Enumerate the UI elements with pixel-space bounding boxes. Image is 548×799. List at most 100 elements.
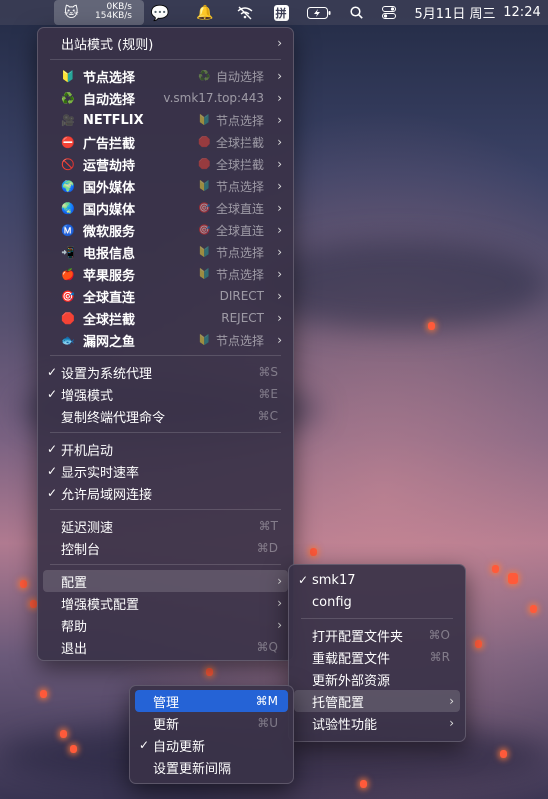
notification-icon[interactable]: 🔔: [194, 0, 216, 25]
proxy-group-item[interactable]: ♻️ 自动选择 v.smk17.top:443 ›: [43, 87, 288, 109]
search-icon[interactable]: [347, 0, 365, 25]
checkmark-icon: ✓: [139, 738, 150, 752]
enhanced-mode-label: 增强模式: [61, 388, 114, 404]
battery-icon[interactable]: [306, 0, 332, 25]
open-config-folder-item[interactable]: 打开配置文件夹 ⌘O: [294, 624, 460, 646]
outbound-mode-item[interactable]: 出站模式 (规则) ›: [43, 32, 288, 54]
selection-label: 节点选择: [215, 267, 264, 282]
proxy-group-icon: 🚫: [61, 157, 75, 171]
selection-icon: 🔰: [198, 268, 211, 280]
selection-label: v.smk17.top:443: [163, 91, 264, 105]
lantern: [206, 668, 213, 676]
submenu-arrow-icon: ›: [277, 201, 282, 215]
selection-label: 自动选择: [215, 69, 264, 84]
proxy-group-item[interactable]: 🌏 国内媒体 🎯 全球直连 ›: [43, 197, 288, 219]
proxy-group-selection: ♻️ 自动选择: [198, 68, 264, 85]
config-label: 配置: [61, 575, 88, 591]
lantern: [475, 640, 482, 648]
hosted-config-item[interactable]: 托管配置 ›: [294, 690, 460, 712]
proxy-group-icon: ♻️: [61, 91, 75, 105]
reload-config-label: 重载配置文件: [312, 651, 391, 667]
copy-shell-command-item[interactable]: 复制终端代理命令 ⌘C: [43, 405, 288, 427]
update-item[interactable]: 更新 ⌘U: [135, 712, 288, 734]
config-item[interactable]: 配置 ›: [43, 570, 288, 592]
selection-label: 节点选择: [215, 179, 264, 194]
quit-item[interactable]: 退出 ⌘Q: [43, 636, 288, 658]
submenu-arrow-icon: ›: [277, 69, 282, 83]
lantern: [40, 690, 47, 698]
experimental-label: 试验性功能: [312, 717, 378, 733]
shortcut-label: ⌘Q: [256, 640, 278, 654]
proxy-group-item[interactable]: 🎯 全球直连 DIRECT ›: [43, 285, 288, 307]
proxy-group-icon: 🔰: [61, 69, 75, 83]
experimental-item[interactable]: 试验性功能 ›: [294, 712, 460, 734]
update-label: 更新: [153, 717, 180, 733]
proxy-group-item[interactable]: 📲 电报信息 🔰 节点选择 ›: [43, 241, 288, 263]
launch-at-login-item[interactable]: ✓ 开机启动: [43, 438, 288, 460]
clashx-main-menu: 出站模式 (规则) › 🔰 节点选择 ♻️ 自动选择 › ♻️ 自动选择 v.smk17.to…: [37, 27, 294, 661]
proxy-group-selection: 🔰 节点选择: [198, 178, 264, 195]
shortcut-label: ⌘M: [255, 694, 278, 708]
wifi-off-icon[interactable]: [234, 0, 256, 25]
wallpaper-cloud: [250, 240, 548, 330]
menubar-time[interactable]: 12:24: [502, 0, 542, 25]
enhanced-mode-item[interactable]: ✓ 增强模式 ⌘E: [43, 383, 288, 405]
proxy-group-name: 微软服务: [83, 224, 136, 240]
update-external-item[interactable]: 更新外部资源: [294, 668, 460, 690]
proxy-group-selection: 🔰 节点选择: [198, 112, 264, 129]
help-item[interactable]: 帮助 ›: [43, 614, 288, 636]
checkmark-icon: ✓: [47, 442, 58, 456]
proxy-group-item[interactable]: 🐟 漏网之鱼 🔰 节点选择 ›: [43, 329, 288, 351]
auto-update-item[interactable]: ✓ 自动更新: [135, 734, 288, 756]
latency-test-label: 延迟测速: [61, 520, 114, 536]
cat-icon: 🐱: [64, 4, 79, 21]
proxy-group-icon: 🌍: [61, 179, 75, 193]
profile-smk17-item[interactable]: ✓ smk17: [294, 569, 460, 591]
profile-label: smk17: [312, 572, 356, 588]
lantern: [428, 322, 435, 330]
allow-lan-label: 允许局域网连接: [61, 487, 153, 503]
submenu-arrow-icon: ›: [277, 245, 282, 259]
proxy-group-selection: 🛑 全球拦截: [198, 134, 264, 151]
selection-label: DIRECT: [219, 289, 264, 303]
allow-lan-item[interactable]: ✓ 允许局域网连接: [43, 482, 288, 504]
proxy-group-item[interactable]: ⛔ 广告拦截 🛑 全球拦截 ›: [43, 131, 288, 153]
quit-label: 退出: [61, 641, 88, 657]
set-system-proxy-item[interactable]: ✓ 设置为系统代理 ⌘S: [43, 361, 288, 383]
proxy-group-selection: 🔰 节点选择: [198, 332, 264, 349]
menu-separator: [50, 432, 281, 433]
proxy-group-item[interactable]: 🔰 节点选择 ♻️ 自动选择 ›: [43, 65, 288, 87]
latency-test-item[interactable]: 延迟测速 ⌘T: [43, 515, 288, 537]
proxy-group-item[interactable]: Ⓜ️ 微软服务 🎯 全球直连 ›: [43, 219, 288, 241]
proxy-group-item[interactable]: 🛑 全球拦截 REJECT ›: [43, 307, 288, 329]
proxy-group-item[interactable]: 🌍 国外媒体 🔰 节点选择 ›: [43, 175, 288, 197]
lantern: [310, 548, 317, 556]
submenu-arrow-icon: ›: [277, 179, 282, 193]
reload-config-item[interactable]: 重载配置文件 ⌘R: [294, 646, 460, 668]
wechat-icon[interactable]: 💬: [149, 0, 171, 25]
enhanced-config-label: 增强模式配置: [61, 597, 140, 613]
update-external-label: 更新外部资源: [312, 673, 391, 689]
update-interval-item[interactable]: 设置更新间隔: [135, 756, 288, 778]
manage-item[interactable]: 管理 ⌘M: [135, 690, 288, 712]
lantern: [492, 565, 499, 573]
lantern: [360, 780, 367, 788]
proxy-group-item[interactable]: 🚫 运营劫持 🛑 全球拦截 ›: [43, 153, 288, 175]
proxy-group-item[interactable]: 🎥 NETFLIX 🔰 节点选择 ›: [43, 109, 288, 131]
enhanced-config-item[interactable]: 增强模式配置 ›: [43, 592, 288, 614]
profile-config-item[interactable]: config: [294, 591, 460, 613]
dashboard-item[interactable]: 控制台 ⌘D: [43, 537, 288, 559]
input-method-icon[interactable]: 拼: [272, 0, 290, 25]
proxy-group-name: 全球直连: [83, 290, 136, 306]
show-speed-item[interactable]: ✓ 显示实时速率: [43, 460, 288, 482]
clashx-status-item[interactable]: 🐱 0KB/s 154KB/s: [54, 0, 144, 25]
proxy-group-name: 自动选择: [83, 92, 136, 108]
checkmark-icon: ✓: [47, 387, 58, 401]
control-center-icon[interactable]: [380, 0, 398, 25]
menubar-date[interactable]: 5月11日 周三: [412, 0, 498, 25]
hosted-config-submenu: 管理 ⌘M 更新 ⌘U ✓ 自动更新 设置更新间隔: [129, 685, 294, 784]
selection-icon: 🔰: [198, 334, 211, 346]
proxy-group-icon: 🍎: [61, 267, 75, 281]
checkmark-icon: ✓: [47, 486, 58, 500]
proxy-group-item[interactable]: 🍎 苹果服务 🔰 节点选择 ›: [43, 263, 288, 285]
